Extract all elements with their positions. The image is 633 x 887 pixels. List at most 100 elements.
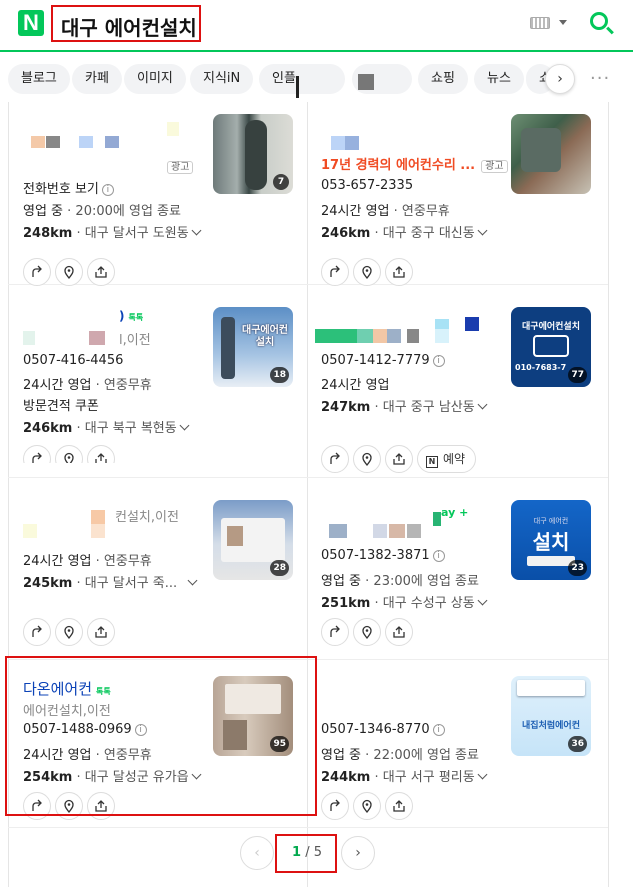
more-icon[interactable]: ···: [590, 68, 610, 89]
info-icon[interactable]: i: [432, 550, 445, 562]
search-query-text[interactable]: 대구 에어컨설치: [61, 12, 197, 41]
thumbnail-text: 대구에어컨설치: [522, 322, 580, 332]
business-hours: 영업 중 · 23:00에 영업 종료: [321, 574, 479, 589]
chevron-down-icon[interactable]: [187, 575, 198, 586]
tabs-next-button[interactable]: ›: [545, 64, 575, 94]
distance-address[interactable]: 248km · 대구 달서구 도원동: [23, 222, 202, 241]
tab-kin[interactable]: 지식iN: [190, 64, 254, 94]
phone-number[interactable]: 0507-416-4456: [23, 353, 123, 368]
share-icon: [393, 800, 405, 812]
place-thumbnail[interactable]: [511, 114, 591, 194]
place-card[interactable]: 17년 경력의 에어컨수리 ... 광고 053-657-2335 24시간 영업…: [321, 114, 613, 296]
reservation-button[interactable]: N 예약: [417, 445, 477, 473]
next-page-button[interactable]: ›: [341, 836, 375, 870]
place-card[interactable]: 0507-1346-8770 i 영업 중 · 22:00에 영업 종료 244k…: [321, 676, 613, 858]
map-pin-button[interactable]: [353, 618, 381, 646]
npay-badge[interactable]: ay +: [441, 506, 468, 519]
phone-number[interactable]: 053-657-2335: [321, 178, 413, 193]
directions-button[interactable]: [23, 618, 51, 646]
info-icon[interactable]: i: [432, 355, 445, 367]
chevron-down-icon[interactable]: [559, 20, 567, 25]
search-icon[interactable]: [590, 12, 608, 30]
tab-news[interactable]: 뉴스: [474, 64, 524, 94]
place-title-text[interactable]: 17년 경력의 에어컨수리 ...: [321, 158, 475, 173]
share-icon: [393, 626, 405, 638]
place-card[interactable]: ay + 0507-1382-3871 i 영업 중 · 23:00에 영업 종료…: [321, 500, 613, 682]
share-button[interactable]: [87, 258, 115, 286]
info-icon[interactable]: i: [101, 184, 114, 196]
place-card[interactable]: 컨설치,이전 24시간 영업 · 연중무휴 245km · 대구 달서구 죽..…: [23, 500, 315, 682]
chevron-down-icon[interactable]: [477, 225, 488, 236]
map-pin-icon: [362, 625, 372, 639]
keyboard-icon[interactable]: [530, 17, 550, 29]
search-query-box[interactable]: 대구 에어컨설치: [51, 5, 201, 42]
chevron-down-icon[interactable]: [191, 225, 202, 236]
directions-button[interactable]: [321, 258, 349, 286]
total-pages: 5: [313, 845, 322, 860]
place-thumbnail[interactable]: 대구에어컨설치 010-7683-7 77: [511, 307, 591, 387]
tab-cafe[interactable]: 카페: [72, 64, 122, 94]
share-button[interactable]: [385, 445, 413, 473]
distance-address[interactable]: 247km · 대구 중구 남산동: [321, 396, 488, 415]
share-button[interactable]: [385, 792, 413, 820]
distance: 244km: [321, 770, 371, 785]
distance-address[interactable]: 246km · 대구 중구 대신동: [321, 222, 488, 241]
map-pin-button[interactable]: [353, 258, 381, 286]
phone-number[interactable]: [23, 528, 133, 538]
address: 대구 중구 남산동: [382, 400, 475, 415]
directions-button[interactable]: [321, 792, 349, 820]
action-buttons: [321, 792, 417, 822]
tab-blog[interactable]: 블로그: [8, 64, 70, 94]
phone-number[interactable]: 0507-1382-3871 i: [321, 548, 445, 563]
phone-number-text[interactable]: 0507-1382-3871: [321, 548, 430, 563]
place-card[interactable]: ) 톡톡 l,이전 0507-416-4456 24시간 영업 · 연중무휴 방문…: [23, 307, 315, 489]
directions-button[interactable]: [321, 618, 349, 646]
phone-reveal-link[interactable]: 전화번호 보기 i: [23, 178, 114, 197]
naver-logo[interactable]: N: [18, 10, 44, 36]
map-pin-button[interactable]: [353, 445, 381, 473]
chevron-down-icon[interactable]: [477, 399, 488, 410]
share-button[interactable]: [385, 258, 413, 286]
place-thumbnail[interactable]: 대구에어컨 설치 18: [213, 307, 293, 387]
chevron-down-icon[interactable]: [477, 595, 488, 606]
place-thumbnail[interactable]: 28: [213, 500, 293, 580]
place-card[interactable]: 0507-1412-7779 i 24시간 영업 247km · 대구 중구 남산…: [315, 307, 613, 489]
photo-count-badge: 18: [270, 367, 289, 383]
place-card[interactable]: 광고 전화번호 보기 i 영업 중 · 20:00에 영업 종료 248km · …: [23, 114, 315, 296]
phone-number[interactable]: 0507-1412-7779 i: [321, 353, 445, 368]
share-button[interactable]: [385, 618, 413, 646]
talktalk-badge[interactable]: 톡톡: [128, 313, 143, 322]
map-pin-button[interactable]: [55, 618, 83, 646]
map-pin-button[interactable]: [55, 258, 83, 286]
coupon-text[interactable]: 방문견적 쿠폰: [23, 395, 99, 414]
distance-address[interactable]: 251km · 대구 수성구 상동: [321, 592, 488, 611]
place-thumbnail[interactable]: 7: [213, 114, 293, 194]
chevron-down-icon[interactable]: [477, 769, 488, 780]
tab-shopping[interactable]: 쇼핑: [418, 64, 468, 94]
map-pin-button[interactable]: [353, 792, 381, 820]
place-title[interactable]: 광고: [161, 158, 194, 174]
place-thumbnail[interactable]: 대구 에어컨 설치 23: [511, 500, 591, 580]
distance-address[interactable]: 244km · 대구 서구 평리동: [321, 766, 488, 785]
prev-page-button[interactable]: ‹: [240, 836, 274, 870]
tab-image[interactable]: 이미지: [124, 64, 186, 94]
place-thumbnail[interactable]: 내집처럼에어컨 36: [511, 676, 591, 756]
directions-button[interactable]: [23, 258, 51, 286]
distance-address[interactable]: 245km · 대구 달서구 죽...: [23, 572, 198, 591]
phone-number-text[interactable]: 0507-1412-7779: [321, 353, 430, 368]
tab-influencer[interactable]: 인플: [259, 64, 345, 94]
phone-number[interactable]: 0507-1346-8770 i: [321, 722, 445, 737]
chevron-down-icon[interactable]: [179, 420, 190, 431]
phone-number-text[interactable]: 0507-1346-8770: [321, 722, 430, 737]
page-separator: /: [305, 845, 310, 860]
directions-button[interactable]: [321, 445, 349, 473]
photo-count-badge: 77: [568, 367, 587, 383]
distance-address[interactable]: 246km · 대구 북구 복현동: [23, 417, 190, 436]
directions-icon: [32, 265, 42, 277]
info-icon[interactable]: i: [432, 724, 445, 736]
share-button[interactable]: [87, 618, 115, 646]
place-title[interactable]: ) 톡톡: [119, 309, 143, 323]
search-header: N 대구 에어컨설치: [0, 0, 633, 52]
place-title[interactable]: 17년 경력의 에어컨수리 ... 광고: [321, 154, 508, 173]
thumbnail-subtext: 대구 에어컨: [533, 517, 569, 525]
